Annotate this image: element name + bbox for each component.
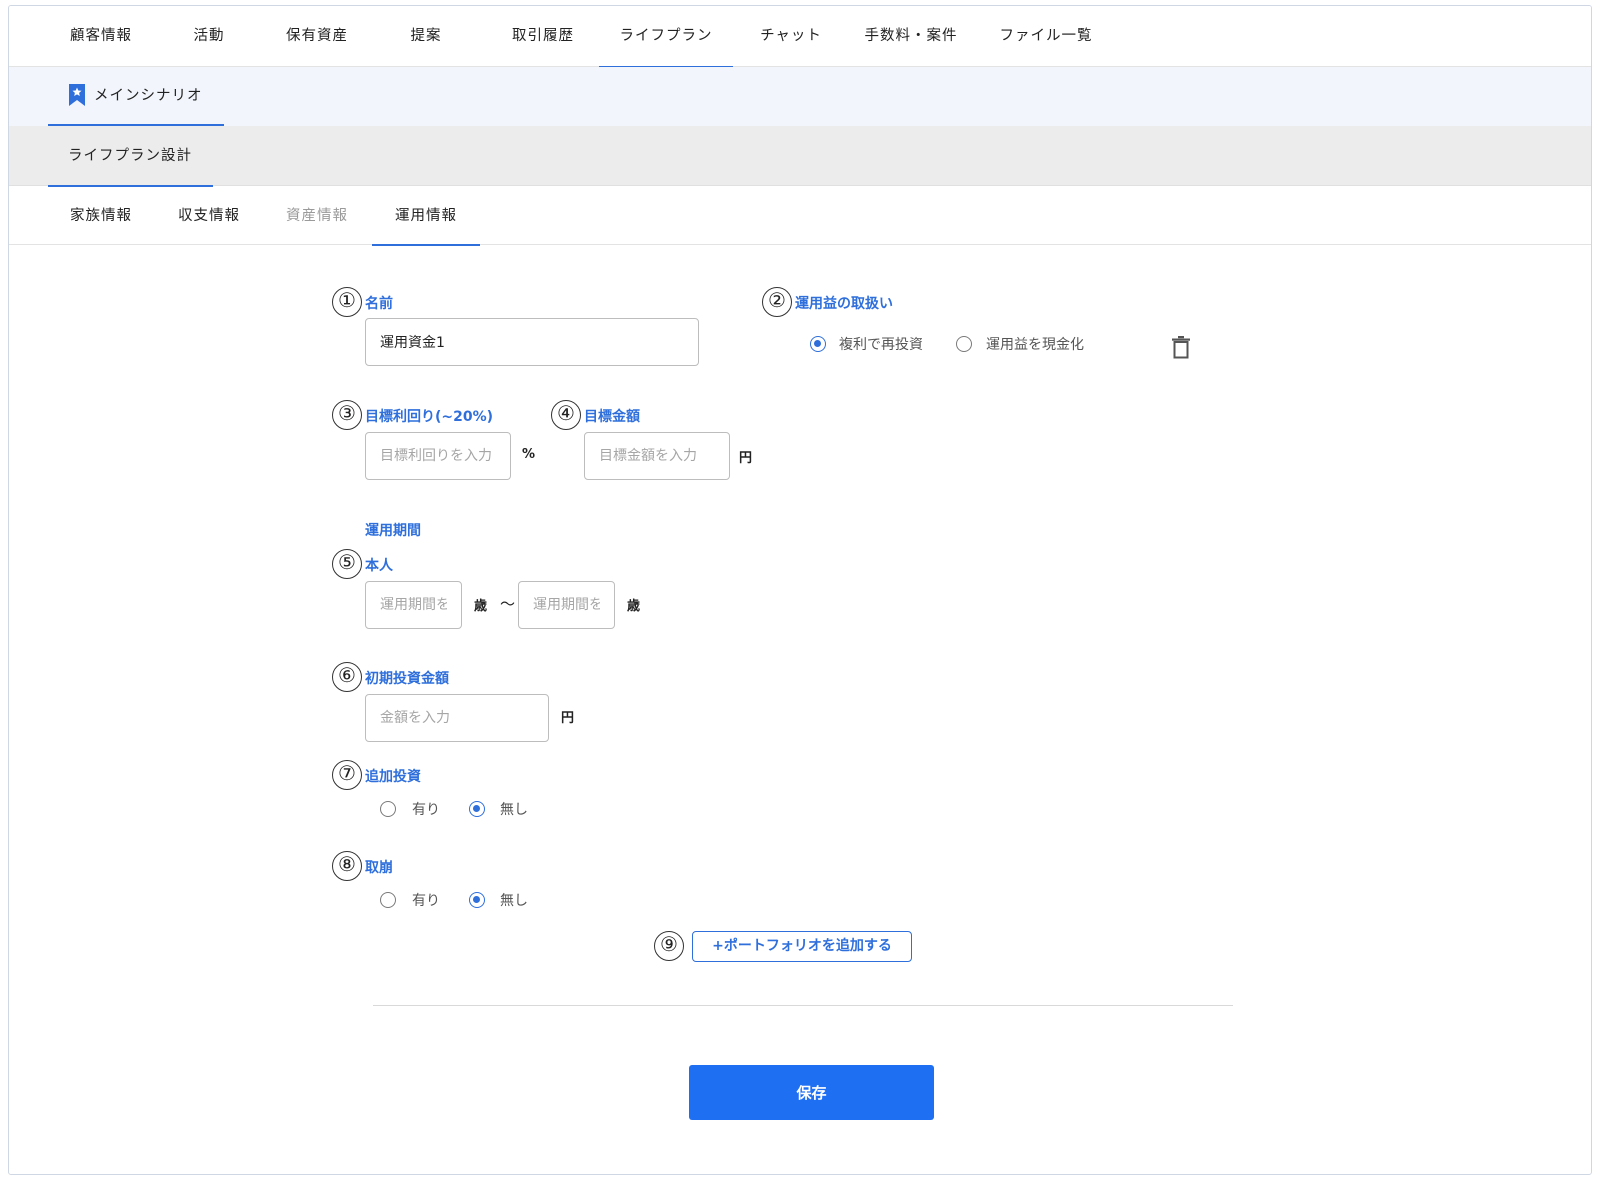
save-button[interactable]: 保存 (689, 1065, 934, 1120)
marker-4: ④ (551, 400, 581, 430)
period-person-label: 本人 (365, 558, 393, 574)
trash-icon[interactable] (1172, 335, 1190, 359)
subtab-investment-info[interactable]: 運用情報 (372, 187, 480, 246)
marker-5: ⑤ (332, 549, 362, 579)
radio-additional-yes-label: 有り (412, 802, 440, 818)
period-to-input[interactable] (518, 581, 615, 629)
app-frame: 顧客情報 活動 保有資産 提案 取引履歴 ライフプラン チャット 手数料・案件 … (8, 5, 1592, 1175)
tab-chat[interactable]: チャット (751, 6, 831, 67)
age-unit-from: 歳 (474, 599, 488, 614)
initial-amount-label: 初期投資金額 (365, 671, 449, 687)
sub-tab-bar: 家族情報 収支情報 資産情報 運用情報 (9, 187, 1591, 246)
target-amount-input[interactable] (584, 432, 730, 480)
target-yield-label: 目標利回り(~20%) (365, 409, 494, 425)
tab-proposal[interactable]: 提案 (406, 6, 446, 67)
bookmark-star-icon (69, 84, 85, 106)
marker-9: ⑨ (654, 931, 684, 961)
marker-7: ⑦ (332, 760, 362, 790)
period-from-input[interactable] (365, 581, 462, 629)
target-amount-label: 目標金額 (584, 409, 640, 425)
tab-file-list[interactable]: ファイル一覧 (993, 6, 1099, 67)
scenario-bar: メインシナリオ (9, 67, 1591, 126)
radio-cash-out-label: 運用益を現金化 (986, 337, 1084, 353)
tab-activity[interactable]: 活動 (184, 6, 234, 67)
subtab-income-expense[interactable]: 収支情報 (169, 187, 249, 245)
scenario-tab-main[interactable]: メインシナリオ (48, 67, 224, 126)
withdrawal-label: 取崩 (365, 860, 393, 876)
radio-reinvest[interactable] (810, 336, 826, 352)
design-label: ライフプラン設計 (68, 148, 192, 164)
yen-unit: 円 (739, 451, 753, 466)
design-bar: ライフプラン設計 (9, 126, 1591, 187)
age-unit-to: 歳 (627, 599, 641, 614)
radio-additional-no-label: 無し (500, 802, 528, 818)
tab-customer-info[interactable]: 顧客情報 (61, 6, 141, 67)
radio-additional-no[interactable] (469, 801, 485, 817)
scenario-label: メインシナリオ (94, 88, 203, 104)
profit-handling-label: 運用益の取扱い (795, 296, 893, 312)
name-label: 名前 (365, 296, 393, 312)
tab-life-plan-design[interactable]: ライフプラン設計 (48, 126, 213, 187)
subtab-family-info[interactable]: 家族情報 (61, 187, 141, 245)
period-separator: 〜 (500, 595, 516, 613)
additional-investment-label: 追加投資 (365, 769, 421, 785)
tab-holdings[interactable]: 保有資産 (277, 6, 357, 67)
marker-6: ⑥ (332, 662, 362, 692)
radio-withdrawal-no-label: 無し (500, 893, 528, 909)
radio-withdrawal-yes-label: 有り (412, 893, 440, 909)
tab-life-plan[interactable]: ライフプラン (599, 6, 733, 68)
radio-withdrawal-no[interactable] (469, 892, 485, 908)
tab-fees-cases[interactable]: 手数料・案件 (857, 6, 965, 67)
marker-8: ⑧ (332, 851, 362, 881)
form-divider (373, 1005, 1233, 1006)
initial-yen-unit: 円 (561, 711, 575, 726)
marker-2: ② (762, 287, 792, 317)
marker-1: ① (332, 287, 362, 317)
add-portfolio-button[interactable]: +ポートフォリオを追加する (692, 931, 912, 962)
radio-cash-out[interactable] (956, 336, 972, 352)
radio-additional-yes[interactable] (380, 801, 396, 817)
percent-unit: % (522, 447, 536, 462)
subtab-asset-info[interactable]: 資産情報 (277, 187, 357, 245)
main-tab-bar: 顧客情報 活動 保有資産 提案 取引履歴 ライフプラン チャット 手数料・案件 … (9, 6, 1591, 68)
period-section-label: 運用期間 (365, 523, 421, 539)
name-input[interactable] (365, 318, 699, 366)
radio-withdrawal-yes[interactable] (380, 892, 396, 908)
target-yield-input[interactable] (365, 432, 511, 480)
initial-amount-input[interactable] (365, 694, 549, 742)
tab-transaction-history[interactable]: 取引履歴 (503, 6, 583, 67)
marker-3: ③ (332, 400, 362, 430)
radio-reinvest-label: 複利で再投資 (839, 337, 923, 353)
